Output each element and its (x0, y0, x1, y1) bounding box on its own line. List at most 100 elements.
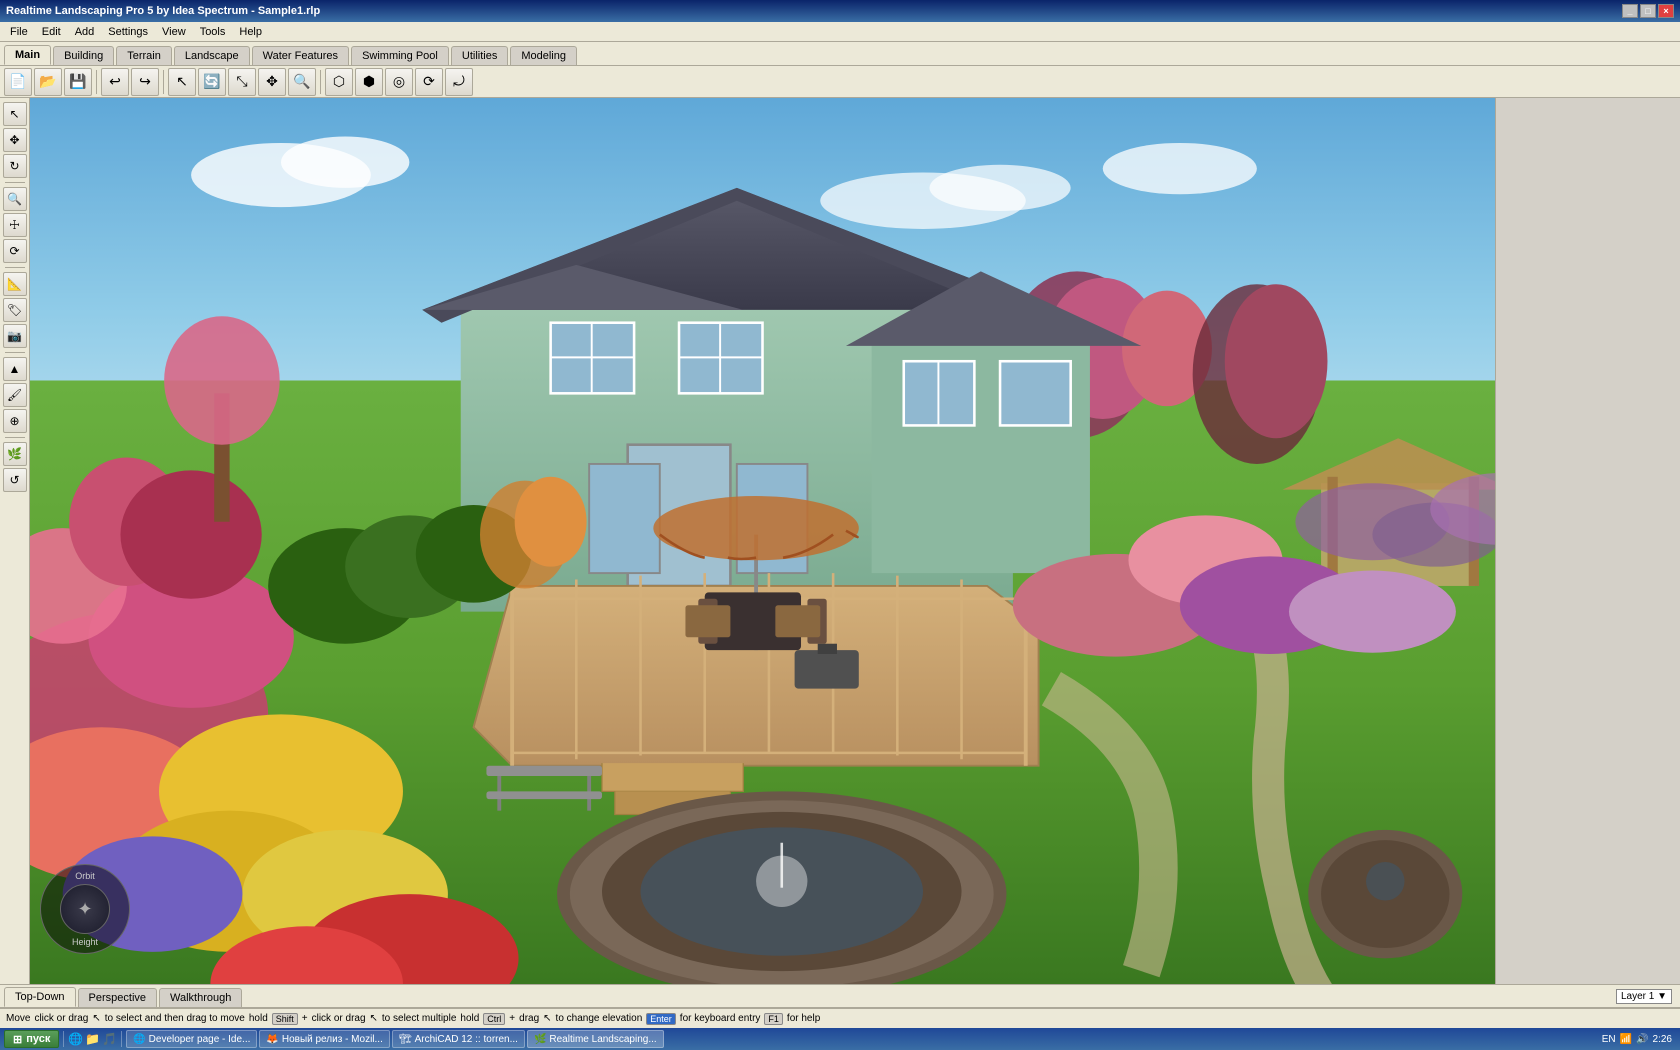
close-button[interactable]: × (1658, 4, 1674, 18)
menu-help[interactable]: Help (233, 24, 268, 40)
maximize-button[interactable]: □ (1640, 4, 1656, 18)
taskbar-tray: EN 📶 🔊 2:26 (1602, 1034, 1676, 1045)
side-orbit[interactable]: ⟳ (3, 239, 27, 263)
status-plus2: + (509, 1013, 515, 1024)
toolbar-view4[interactable]: ⟳ (415, 68, 443, 96)
toolbar-open[interactable]: 📂 (34, 68, 62, 96)
toolbar-view5[interactable]: ⤾ (445, 68, 473, 96)
orbit-label: Orbit (75, 871, 95, 881)
view-tab-walkthrough[interactable]: Walkthrough (159, 988, 242, 1007)
menu-add[interactable]: Add (69, 24, 101, 40)
status-plus1: + (302, 1013, 308, 1024)
enter-key: Enter (646, 1013, 676, 1025)
taskbar-item-2-label: ArchiCAD 12 :: torren... (415, 1034, 518, 1045)
status-drag: drag (519, 1013, 539, 1024)
status-instruction: click or drag (34, 1013, 88, 1024)
status-elevation: to change elevation (556, 1013, 643, 1024)
side-camera[interactable]: 📷 (3, 324, 27, 348)
height-label: Height (72, 937, 98, 947)
compass-icon: ✦ (77, 899, 92, 920)
taskbar-icon-media[interactable]: 🎵 (102, 1032, 117, 1046)
f1-key: F1 (764, 1013, 783, 1025)
tab-modeling[interactable]: Modeling (510, 46, 577, 65)
tab-swimming-pool[interactable]: Swimming Pool (351, 46, 449, 65)
side-sep2 (5, 267, 25, 268)
side-move[interactable]: ✥ (3, 128, 27, 152)
ctrl-key: Ctrl (483, 1013, 505, 1025)
view-tab-perspective[interactable]: Perspective (78, 988, 157, 1007)
taskbar-item-2-icon: 🏗 (399, 1034, 412, 1045)
menu-edit[interactable]: Edit (36, 24, 67, 40)
toolbar-rotate[interactable]: 🔄 (198, 68, 226, 96)
tray-icon-network: 📶 (1620, 1034, 1632, 1045)
tab-water-features[interactable]: Water Features (252, 46, 349, 65)
taskbar-item-0[interactable]: 🌐 Developer page - Ide... (126, 1030, 257, 1048)
side-rotate[interactable]: ↻ (3, 154, 27, 178)
view-tabs-bar: Top-Down Perspective Walkthrough Layer 1… (0, 984, 1680, 1008)
toolbar-view2[interactable]: ⬢ (355, 68, 383, 96)
status-help: for help (787, 1013, 820, 1024)
toolbar-pan[interactable]: ✥ (258, 68, 286, 96)
side-refresh[interactable]: ↺ (3, 468, 27, 492)
side-sep4 (5, 437, 25, 438)
view-tab-topdown[interactable]: Top-Down (4, 987, 76, 1007)
side-label[interactable]: 🏷 (3, 298, 27, 322)
side-pan[interactable]: ☩ (3, 213, 27, 237)
toolbar-view1[interactable]: ⬡ (325, 68, 353, 96)
tab-landscape[interactable]: Landscape (174, 46, 250, 65)
start-button[interactable]: ⊞ пуск (4, 1030, 59, 1048)
toolbar-select[interactable]: ↖ (168, 68, 196, 96)
toolbar-save[interactable]: 💾 (64, 68, 92, 96)
tab-main[interactable]: Main (4, 45, 51, 65)
side-paint[interactable]: 🖌 (3, 383, 27, 407)
status-move: Move (6, 1013, 30, 1024)
layer-indicator[interactable]: Layer 1 ▼ (1616, 989, 1672, 1004)
toolbar-zoom-in[interactable]: 🔍 (288, 68, 316, 96)
status-click2: click or drag (312, 1013, 366, 1024)
menu-file[interactable]: File (4, 24, 34, 40)
toolbar-sep2 (163, 70, 164, 94)
side-select[interactable]: ↖ (3, 102, 27, 126)
tabbar: Main Building Terrain Landscape Water Fe… (0, 42, 1680, 66)
toolbar-redo[interactable]: ↪ (131, 68, 159, 96)
side-plant[interactable]: 🌿 (3, 442, 27, 466)
menu-settings[interactable]: Settings (102, 24, 154, 40)
side-measure[interactable]: 📐 (3, 272, 27, 296)
tab-utilities[interactable]: Utilities (451, 46, 508, 65)
taskbar-item-3-label: Realtime Landscaping... (549, 1034, 656, 1045)
status-to-select: to select and then drag to move (105, 1013, 245, 1024)
tab-terrain[interactable]: Terrain (116, 46, 172, 65)
titlebar-controls: _ □ × (1622, 4, 1674, 18)
orbit-widget: Orbit ✦ Height (40, 864, 130, 954)
side-zoom[interactable]: 🔍 (3, 187, 27, 211)
tab-building[interactable]: Building (53, 46, 114, 65)
taskbar-item-1[interactable]: 🦊 Новый релиз - Mozil... (259, 1030, 389, 1048)
toolbar-view3[interactable]: ◎ (385, 68, 413, 96)
taskbar-icon-ie[interactable]: 🌐 (68, 1032, 83, 1046)
statusbar: Move click or drag ↖ to select and then … (0, 1008, 1680, 1028)
menu-tools[interactable]: Tools (194, 24, 232, 40)
taskbar-sep2 (121, 1031, 122, 1047)
side-terrain[interactable]: ▲ (3, 357, 27, 381)
side-elevation[interactable]: ⊕ (3, 409, 27, 433)
minimize-button[interactable]: _ (1622, 4, 1638, 18)
taskbar-item-2[interactable]: 🏗 ArchiCAD 12 :: torren... (392, 1030, 525, 1048)
toolbar: 📄 📂 💾 ↩ ↪ ↖ 🔄 ⤡ ✥ 🔍 ⬡ ⬢ ◎ ⟳ ⤾ (0, 66, 1680, 98)
side-sep3 (5, 352, 25, 353)
status-hold: hold (249, 1013, 268, 1024)
pointer-icon3: ↖ (543, 1013, 551, 1024)
menu-view[interactable]: View (156, 24, 192, 40)
pointer-icon1: ↖ (92, 1013, 100, 1024)
toolbar-scale[interactable]: ⤡ (228, 68, 256, 96)
tray-icon-volume: 🔊 (1636, 1034, 1648, 1045)
toolbar-undo[interactable]: ↩ (101, 68, 129, 96)
right-panel (1495, 98, 1680, 984)
tray-lang: EN (1602, 1034, 1616, 1045)
taskbar-icon-folder[interactable]: 📁 (85, 1032, 100, 1046)
toolbar-new[interactable]: 📄 (4, 68, 32, 96)
viewport[interactable]: Orbit ✦ Height (30, 98, 1495, 984)
taskbar: ⊞ пуск 🌐 📁 🎵 🌐 Developer page - Ide... 🦊… (0, 1028, 1680, 1050)
title-text: Realtime Landscaping Pro 5 by Idea Spect… (6, 5, 320, 17)
windows-icon: ⊞ (13, 1033, 22, 1046)
taskbar-item-3[interactable]: 🌿 Realtime Landscaping... (527, 1030, 664, 1048)
